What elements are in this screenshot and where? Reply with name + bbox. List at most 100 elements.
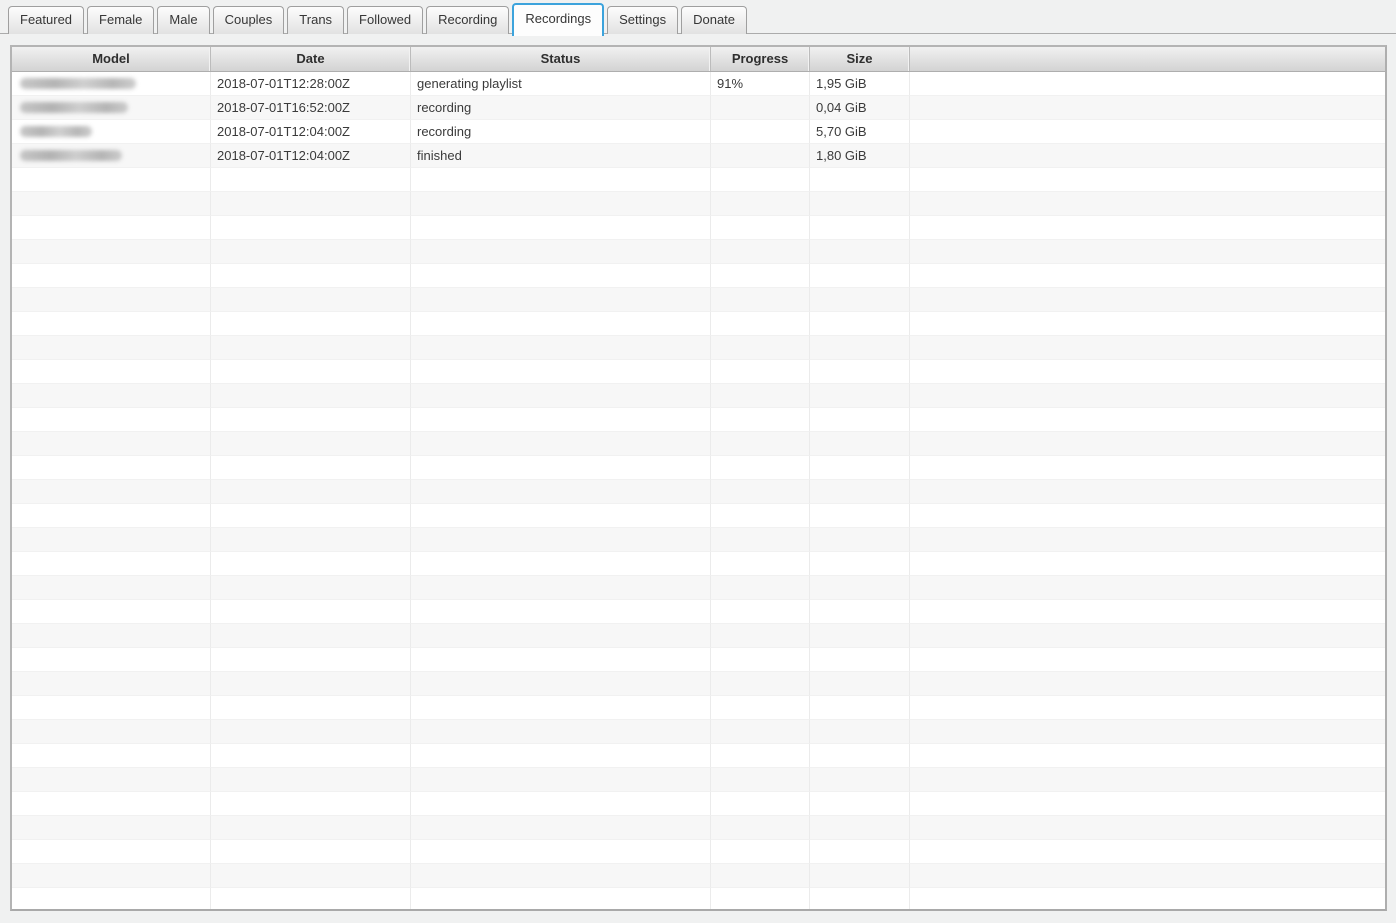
cell-status (411, 648, 711, 672)
cell-status (411, 720, 711, 744)
table-row[interactable]: 2018-07-01T16:52:00Zrecording0,04 GiB (12, 96, 1385, 120)
cell-size (810, 528, 910, 552)
cell-progress (711, 432, 810, 456)
column-header-progress[interactable]: Progress (711, 47, 810, 71)
tab-settings[interactable]: Settings (607, 6, 678, 34)
cell-progress (711, 168, 810, 192)
cell-progress (711, 672, 810, 696)
cell-size (810, 192, 910, 216)
column-header-date[interactable]: Date (211, 47, 411, 71)
table-row-empty (12, 864, 1385, 888)
tab-donate[interactable]: Donate (681, 6, 747, 34)
cell-model (12, 792, 211, 816)
table-row-empty (12, 672, 1385, 696)
tab-trans[interactable]: Trans (287, 6, 344, 34)
tab-followed[interactable]: Followed (347, 6, 423, 34)
table-row-empty (12, 504, 1385, 528)
table-row-empty (12, 720, 1385, 744)
tab-female[interactable]: Female (87, 6, 154, 34)
cell-progress (711, 720, 810, 744)
column-header-size[interactable]: Size (810, 47, 910, 71)
cell-date (211, 360, 411, 384)
cell-model (12, 816, 211, 840)
cell-model (12, 600, 211, 624)
table-row-empty (12, 840, 1385, 864)
cell-progress (711, 408, 810, 432)
cell-date (211, 192, 411, 216)
table-row-empty (12, 744, 1385, 768)
cell-extra (910, 408, 1385, 432)
cell-date (211, 504, 411, 528)
table-row-empty (12, 432, 1385, 456)
tab-recording[interactable]: Recording (426, 6, 509, 34)
table-body: 2018-07-01T12:28:00Zgenerating playlist9… (12, 72, 1385, 911)
table-row-empty (12, 696, 1385, 720)
table-row[interactable]: 2018-07-01T12:28:00Zgenerating playlist9… (12, 72, 1385, 96)
cell-progress (711, 96, 810, 120)
cell-progress (711, 864, 810, 888)
cell-status: finished (411, 144, 711, 168)
tab-couples[interactable]: Couples (213, 6, 285, 34)
cell-extra (910, 768, 1385, 792)
cell-date: 2018-07-01T12:04:00Z (211, 120, 411, 144)
cell-status (411, 576, 711, 600)
table-row-empty (12, 360, 1385, 384)
cell-date (211, 600, 411, 624)
cell-progress: 91% (711, 72, 810, 96)
cell-model (12, 648, 211, 672)
tab-recordings[interactable]: Recordings (512, 3, 604, 36)
cell-model (12, 768, 211, 792)
tab-male[interactable]: Male (157, 6, 209, 34)
column-header-status[interactable]: Status (411, 47, 711, 71)
table-row-empty (12, 288, 1385, 312)
cell-status (411, 312, 711, 336)
cell-status (411, 744, 711, 768)
cell-status (411, 336, 711, 360)
cell-extra (910, 744, 1385, 768)
column-header-model[interactable]: Model (12, 47, 211, 71)
cell-model (12, 720, 211, 744)
cell-status: recording (411, 96, 711, 120)
cell-status (411, 888, 711, 911)
cell-status (411, 768, 711, 792)
cell-extra (910, 432, 1385, 456)
cell-size: 1,95 GiB (810, 72, 910, 96)
cell-progress (711, 840, 810, 864)
cell-model (12, 264, 211, 288)
tab-featured[interactable]: Featured (8, 6, 84, 34)
cell-size: 5,70 GiB (810, 120, 910, 144)
cell-size (810, 288, 910, 312)
cell-progress (711, 240, 810, 264)
table-row-empty (12, 264, 1385, 288)
table-row-empty (12, 480, 1385, 504)
cell-extra (910, 504, 1385, 528)
table-row[interactable]: 2018-07-01T12:04:00Zfinished1,80 GiB (12, 144, 1385, 168)
cell-model (12, 864, 211, 888)
table-row[interactable]: 2018-07-01T12:04:00Zrecording5,70 GiB (12, 120, 1385, 144)
redacted-model-name (20, 102, 128, 113)
cell-progress (711, 768, 810, 792)
column-header-extra[interactable] (910, 47, 1385, 71)
cell-extra (910, 240, 1385, 264)
cell-extra (910, 600, 1385, 624)
cell-size (810, 600, 910, 624)
cell-progress (711, 216, 810, 240)
cell-date (211, 432, 411, 456)
cell-extra (910, 72, 1385, 96)
cell-status (411, 504, 711, 528)
cell-extra (910, 720, 1385, 744)
cell-date (211, 792, 411, 816)
cell-progress (711, 552, 810, 576)
cell-size (810, 792, 910, 816)
cell-model (12, 192, 211, 216)
cell-status (411, 384, 711, 408)
cell-extra (910, 456, 1385, 480)
cell-status (411, 408, 711, 432)
cell-extra (910, 528, 1385, 552)
cell-size (810, 168, 910, 192)
cell-date (211, 864, 411, 888)
cell-size (810, 432, 910, 456)
table-row-empty (12, 456, 1385, 480)
cell-progress (711, 648, 810, 672)
cell-model (12, 576, 211, 600)
